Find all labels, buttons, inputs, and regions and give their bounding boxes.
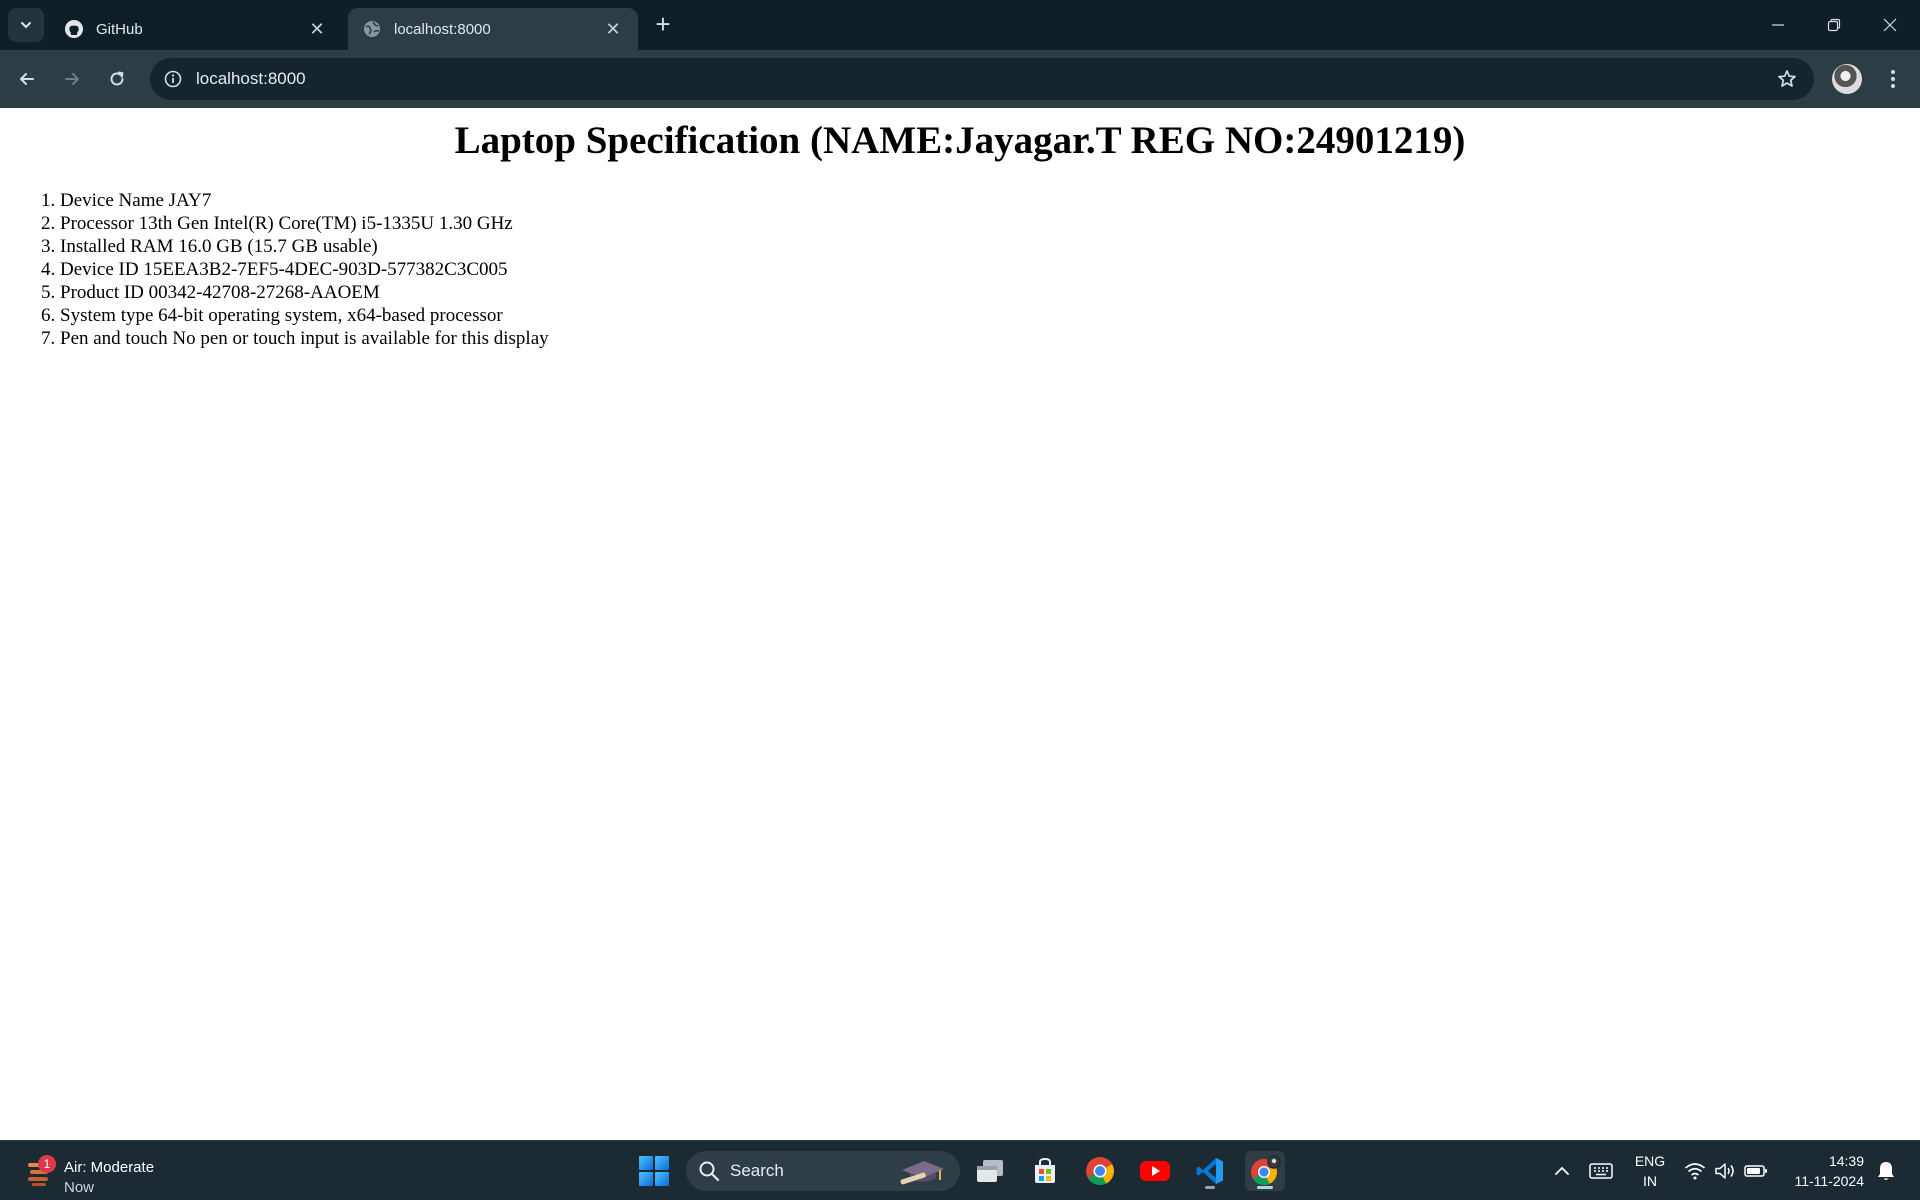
chevron-up-icon: [1555, 1166, 1569, 1175]
show-hidden-icons-button[interactable]: [1550, 1159, 1574, 1183]
minimize-button[interactable]: [1750, 0, 1806, 50]
spec-device-id: Device ID 15EEA3B2-7EF5-4DEC-903D-577382…: [60, 258, 1920, 281]
close-window-button[interactable]: [1862, 0, 1918, 50]
taskbar-youtube[interactable]: [1135, 1151, 1175, 1191]
chrome-icon: [1086, 1157, 1114, 1185]
reload-button[interactable]: [100, 62, 134, 96]
weather-widget[interactable]: 1 Air: Moderate Now: [24, 1149, 174, 1196]
region-code: IN: [1643, 1173, 1657, 1189]
close-icon: [1883, 18, 1897, 32]
site-info-icon[interactable]: [160, 66, 186, 92]
notification-bell-icon[interactable]: [1874, 1159, 1898, 1183]
restore-icon: [1827, 18, 1841, 32]
github-icon: [64, 19, 84, 39]
back-button[interactable]: [10, 62, 44, 96]
forward-button[interactable]: [55, 62, 89, 96]
spec-product-id: Product ID 00342-42708-27268-AAOEM: [60, 281, 1920, 304]
search-label: Search: [730, 1161, 784, 1180]
arrow-left-icon: [20, 73, 34, 85]
taskbar: 1 Air: Moderate Now Search ENG IN 14:39 …: [0, 1140, 1920, 1200]
notification-badge: 1: [38, 1155, 56, 1173]
tab-title: localhost:8000: [394, 20, 491, 38]
arrow-right-icon: [65, 73, 79, 85]
file-explorer-icon: [977, 1160, 1003, 1182]
profile-avatar[interactable]: [1832, 64, 1862, 94]
address-bar[interactable]: localhost:8000: [150, 58, 1814, 100]
more-vertical-icon: [1891, 70, 1895, 88]
tab-title: GitHub: [96, 20, 143, 38]
spec-pen-and-touch: Pen and touch No pen or touch input is a…: [60, 327, 1920, 350]
keyboard-icon[interactable]: [1588, 1159, 1614, 1183]
weather-subtitle: Now: [64, 1179, 95, 1196]
spec-installed-ram: Installed RAM 16.0 GB (15.7 GB usable): [60, 235, 1920, 258]
taskbar-chrome[interactable]: [1080, 1151, 1120, 1191]
taskbar-microsoft-store[interactable]: [1025, 1151, 1065, 1191]
language-code: ENG: [1634, 1153, 1666, 1169]
tab-strip: GitHub ✕ localhost:8000 ✕ +: [0, 0, 1920, 50]
page-title: Laptop Specification (NAME:Jayagar.T REG…: [454, 119, 1466, 162]
spec-device-name: Device Name JAY7: [60, 189, 1920, 212]
youtube-icon: [1140, 1161, 1170, 1181]
tab-github[interactable]: GitHub ✕: [50, 8, 342, 50]
volume-icon: [1715, 1163, 1734, 1179]
browser-menu-button[interactable]: [1878, 64, 1908, 94]
bookmark-star-icon[interactable]: [1772, 64, 1802, 94]
spec-list: Device Name JAY7 Processor 13th Gen Inte…: [40, 189, 1920, 350]
vscode-icon: [1196, 1158, 1223, 1184]
quick-settings[interactable]: [1684, 1157, 1768, 1185]
chevron-down-icon: [21, 22, 31, 29]
clock-time: 14:39: [1828, 1153, 1864, 1169]
windows-start-icon[interactable]: [638, 1155, 670, 1187]
browser-toolbar: localhost:8000: [0, 50, 1920, 108]
microsoft-store-icon: [1035, 1157, 1055, 1183]
globe-icon: [362, 19, 382, 39]
spec-system-type: System type 64-bit operating system, x64…: [60, 304, 1920, 327]
chrome-profile-icon: [1251, 1155, 1281, 1185]
search-icon: [699, 1161, 720, 1182]
taskbar-chrome-profile[interactable]: [1245, 1151, 1285, 1191]
taskbar-vscode[interactable]: [1190, 1151, 1230, 1191]
wifi-icon: [1684, 1163, 1706, 1180]
input-language-indicator[interactable]: ENG IN: [1630, 1151, 1670, 1191]
page-content: Laptop Specification (NAME:Jayagar.T REG…: [0, 108, 1920, 1140]
close-icon[interactable]: ✕: [306, 18, 328, 40]
clock-date: 11-11-2024: [1794, 1173, 1864, 1189]
spec-processor: Processor 13th Gen Intel(R) Core(TM) i5-…: [60, 212, 1920, 235]
restore-button[interactable]: [1806, 0, 1862, 50]
tab-localhost[interactable]: localhost:8000 ✕: [348, 8, 638, 50]
address-text[interactable]: localhost:8000: [196, 69, 1772, 89]
tab-search-button[interactable]: [8, 8, 44, 42]
weather-title: Air: Moderate: [64, 1159, 155, 1176]
taskbar-file-explorer[interactable]: [970, 1151, 1010, 1191]
taskbar-search[interactable]: Search: [686, 1151, 960, 1191]
system-clock[interactable]: 14:39 11-11-2024: [1780, 1151, 1864, 1191]
battery-icon: [1744, 1165, 1767, 1177]
reload-icon: [110, 71, 124, 86]
graduation-cap-icon: [900, 1161, 944, 1185]
minimize-icon: [1772, 24, 1784, 26]
new-tab-button[interactable]: +: [650, 9, 676, 39]
close-icon[interactable]: ✕: [602, 18, 624, 40]
